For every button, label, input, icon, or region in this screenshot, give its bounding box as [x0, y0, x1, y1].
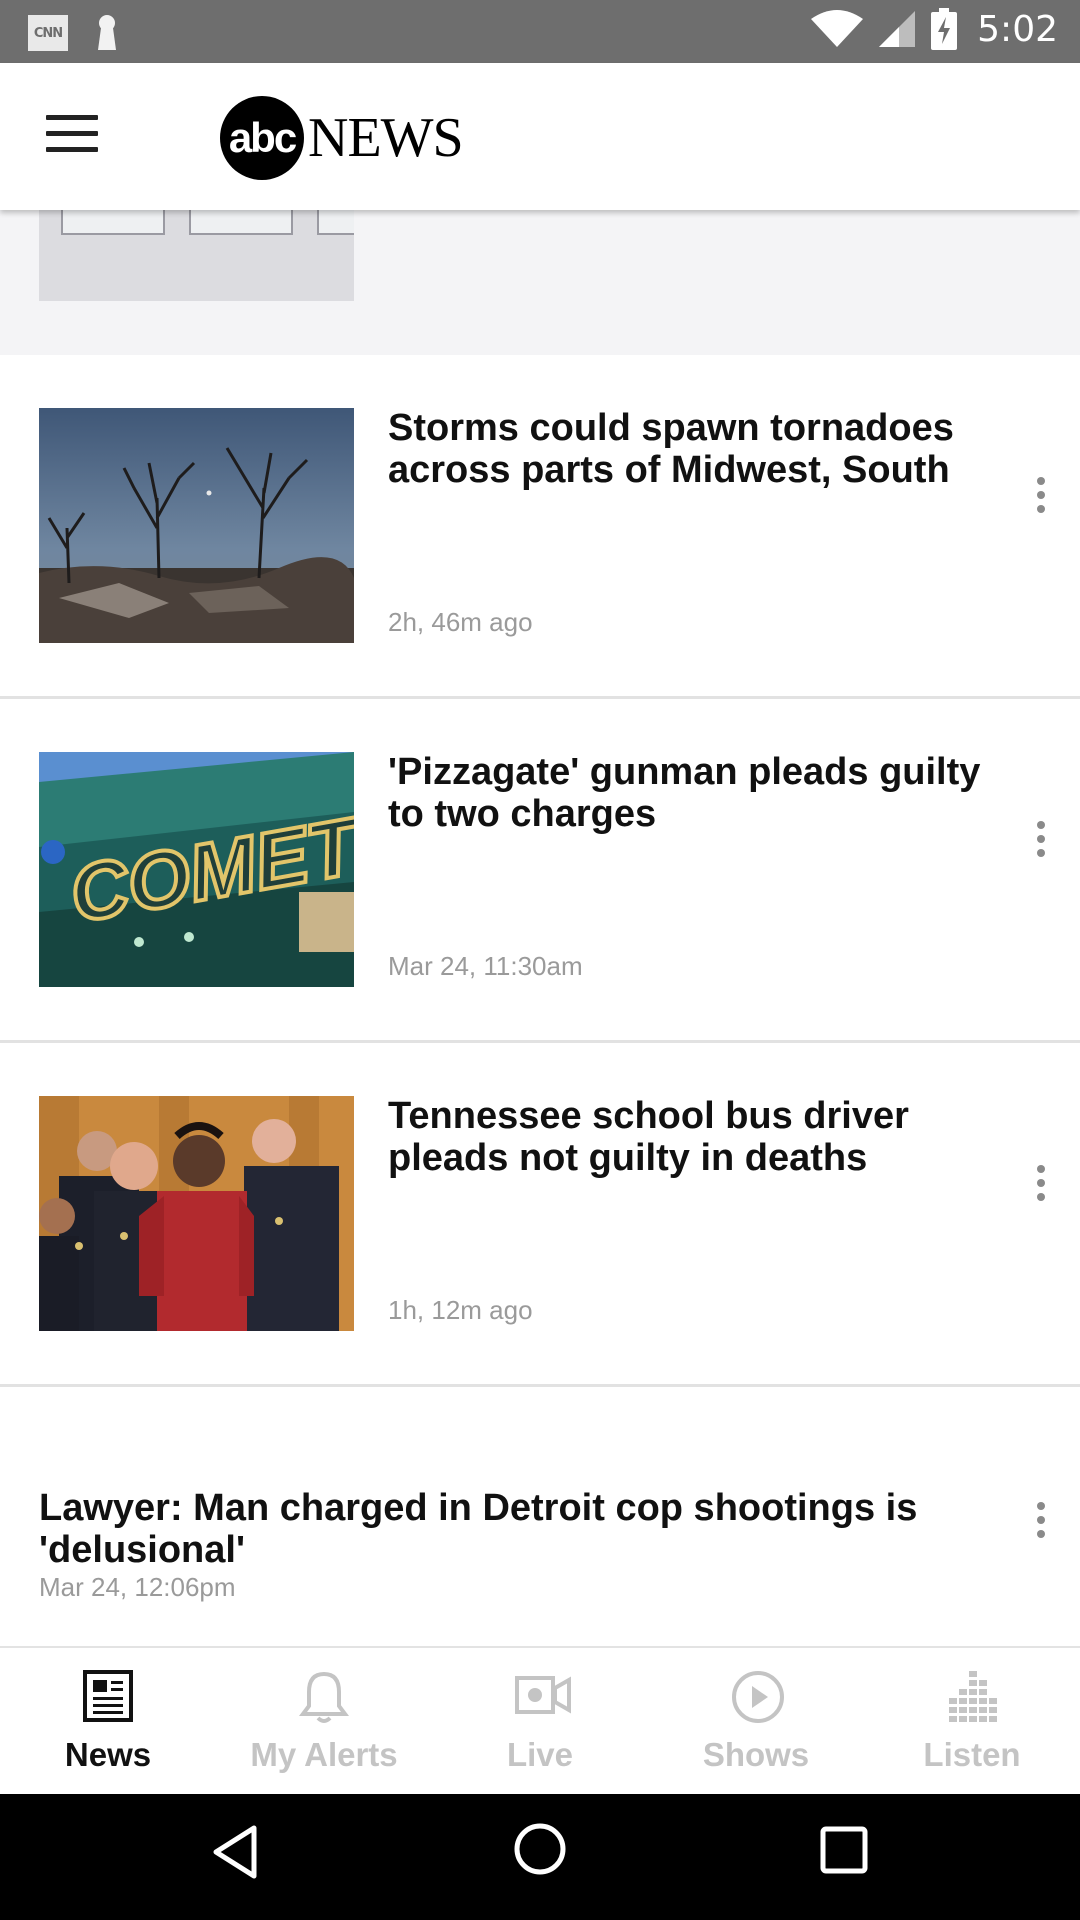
tab-live[interactable]: Live	[432, 1648, 648, 1796]
story-card[interactable]: Storms could spawn tornadoes across part…	[0, 355, 1080, 699]
story-timestamp: Mar 24, 11:30am	[388, 951, 583, 981]
play-circle-icon	[732, 1671, 784, 1723]
app-header: abc NEWS	[0, 63, 1080, 210]
partial-thumbnail	[39, 210, 354, 301]
story-thumbnail	[39, 408, 354, 643]
story-title[interactable]: Lawyer: Man charged in Detroit cop shoot…	[39, 1487, 999, 1571]
tab-news[interactable]: News	[0, 1648, 216, 1796]
logo-abc: abc	[220, 96, 304, 180]
cell-signal-icon	[879, 11, 916, 47]
clock: 5:02	[977, 8, 1058, 50]
more-options-icon[interactable]	[1036, 1165, 1046, 1205]
more-options-icon[interactable]	[1036, 477, 1046, 517]
tab-label: News	[64, 1736, 152, 1773]
story-title[interactable]: Tennessee school bus driver pleads not g…	[388, 1095, 988, 1179]
equalizer-icon	[949, 1671, 997, 1722]
cnn-icon: CNN	[28, 15, 68, 51]
story-card[interactable]: Lawyer: Man charged in Detroit cop shoot…	[0, 1387, 1080, 1646]
wifi-icon	[811, 10, 864, 47]
partial-story-card[interactable]	[0, 210, 1080, 355]
video-camera-icon	[515, 1676, 571, 1714]
tab-shows[interactable]: Shows	[648, 1648, 864, 1796]
bell-icon	[299, 1671, 349, 1723]
tab-my-alerts[interactable]: My Alerts	[216, 1648, 432, 1796]
home-icon[interactable]	[513, 1822, 567, 1876]
tab-label: Listen	[923, 1736, 1021, 1773]
story-thumbnail	[39, 1096, 354, 1331]
back-icon[interactable]	[210, 1824, 260, 1880]
more-options-icon[interactable]	[1036, 821, 1046, 861]
tab-listen[interactable]: Listen	[864, 1648, 1080, 1796]
story-card[interactable]: COMET 'Pizzagate' gunman pleads guilty t…	[0, 699, 1080, 1043]
system-navigation-bar	[0, 1794, 1080, 1920]
story-timestamp: Mar 24, 12:06pm	[39, 1572, 236, 1602]
tab-label: Shows	[702, 1736, 810, 1773]
tab-label: My Alerts	[250, 1736, 398, 1773]
battery-charging-icon	[931, 8, 958, 50]
story-timestamp: 1h, 12m ago	[388, 1295, 533, 1325]
story-title[interactable]: 'Pizzagate' gunman pleads guilty to two …	[388, 751, 988, 835]
hamburger-menu-icon[interactable]	[46, 115, 98, 155]
logo-news: NEWS	[308, 107, 464, 169]
keyhole-icon	[98, 15, 116, 50]
story-thumbnail: COMET	[39, 752, 354, 987]
story-card[interactable]: Tennessee school bus driver pleads not g…	[0, 1043, 1080, 1387]
newspaper-icon	[83, 1670, 133, 1722]
bottom-tab-bar: News My Alerts Live Shows Listen	[0, 1646, 1080, 1794]
story-timestamp: 2h, 46m ago	[388, 607, 533, 637]
tab-label: Live	[506, 1736, 574, 1773]
story-title[interactable]: Storms could spawn tornadoes across part…	[388, 407, 988, 491]
recent-apps-icon[interactable]	[820, 1826, 868, 1874]
status-bar: CNN 5:02	[0, 0, 1080, 63]
more-options-icon[interactable]	[1036, 1502, 1046, 1542]
news-feed[interactable]: Storms could spawn tornadoes across part…	[0, 210, 1080, 1646]
abc-news-logo: abc NEWS	[220, 96, 464, 180]
